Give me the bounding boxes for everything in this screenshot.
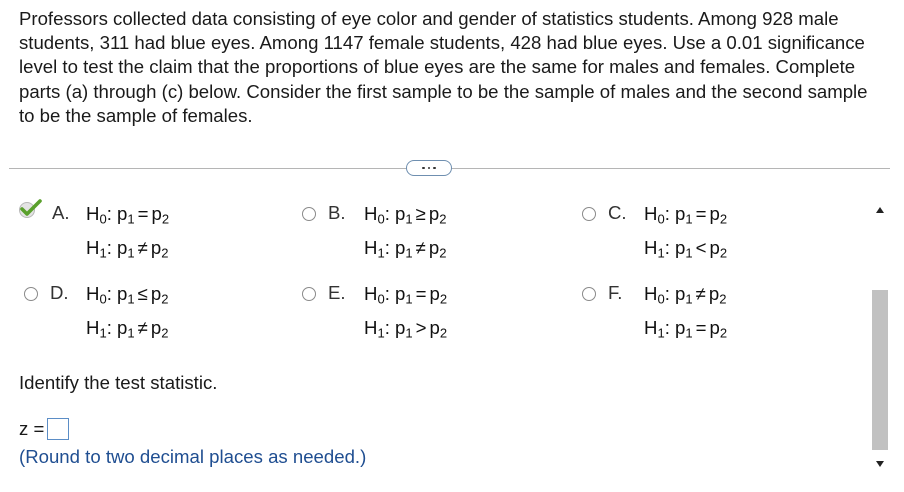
alternative-hypothesis: H1: p1 ≠ p2 bbox=[364, 237, 447, 261]
radio-button[interactable] bbox=[302, 207, 316, 221]
radio-button[interactable] bbox=[24, 287, 38, 301]
option-letter: D. bbox=[50, 282, 69, 303]
check-icon bbox=[19, 199, 42, 218]
null-hypothesis: H0: p1 ≥ p2 bbox=[364, 203, 447, 227]
expand-more-button[interactable] bbox=[406, 160, 452, 176]
null-hypothesis: H0: p1 ≤ p2 bbox=[86, 283, 169, 307]
option-letter: E. bbox=[328, 282, 346, 303]
scrollbar[interactable] bbox=[869, 203, 891, 481]
radio-button[interactable] bbox=[582, 287, 596, 301]
radio-button[interactable] bbox=[582, 207, 596, 221]
z-answer-input[interactable] bbox=[47, 418, 70, 440]
scroll-thumb[interactable] bbox=[872, 290, 888, 450]
option-letter: F. bbox=[608, 282, 623, 303]
option-letter: A. bbox=[52, 202, 70, 223]
null-hypothesis: H0: p1 = p2 bbox=[644, 203, 728, 227]
null-hypothesis: H0: p1 = p2 bbox=[364, 283, 448, 307]
alternative-hypothesis: H1: p1 ≠ p2 bbox=[86, 237, 169, 261]
problem-statement: Professors collected data consisting of … bbox=[19, 8, 868, 126]
alternative-hypothesis: H1: p1 > p2 bbox=[364, 317, 448, 341]
z-label: z = bbox=[19, 418, 45, 439]
scroll-up-icon[interactable] bbox=[876, 207, 884, 213]
alternative-hypothesis: H1: p1 < p2 bbox=[644, 237, 728, 261]
question-prompt: Identify the test statistic. bbox=[19, 372, 218, 393]
alternative-hypothesis: H1: p1 ≠ p2 bbox=[86, 317, 169, 341]
scroll-down-icon[interactable] bbox=[876, 461, 884, 467]
radio-button[interactable] bbox=[302, 287, 316, 301]
option-letter: B. bbox=[328, 202, 346, 223]
null-hypothesis: H0: p1 ≠ p2 bbox=[644, 283, 727, 307]
rounding-hint: (Round to two decimal places as needed.) bbox=[19, 446, 367, 467]
null-hypothesis: H0: p1 = p2 bbox=[86, 203, 170, 227]
alternative-hypothesis: H1: p1 = p2 bbox=[644, 317, 728, 341]
option-letter: C. bbox=[608, 202, 627, 223]
more-dots-icon bbox=[422, 166, 425, 170]
answer-row: z = bbox=[19, 418, 70, 440]
